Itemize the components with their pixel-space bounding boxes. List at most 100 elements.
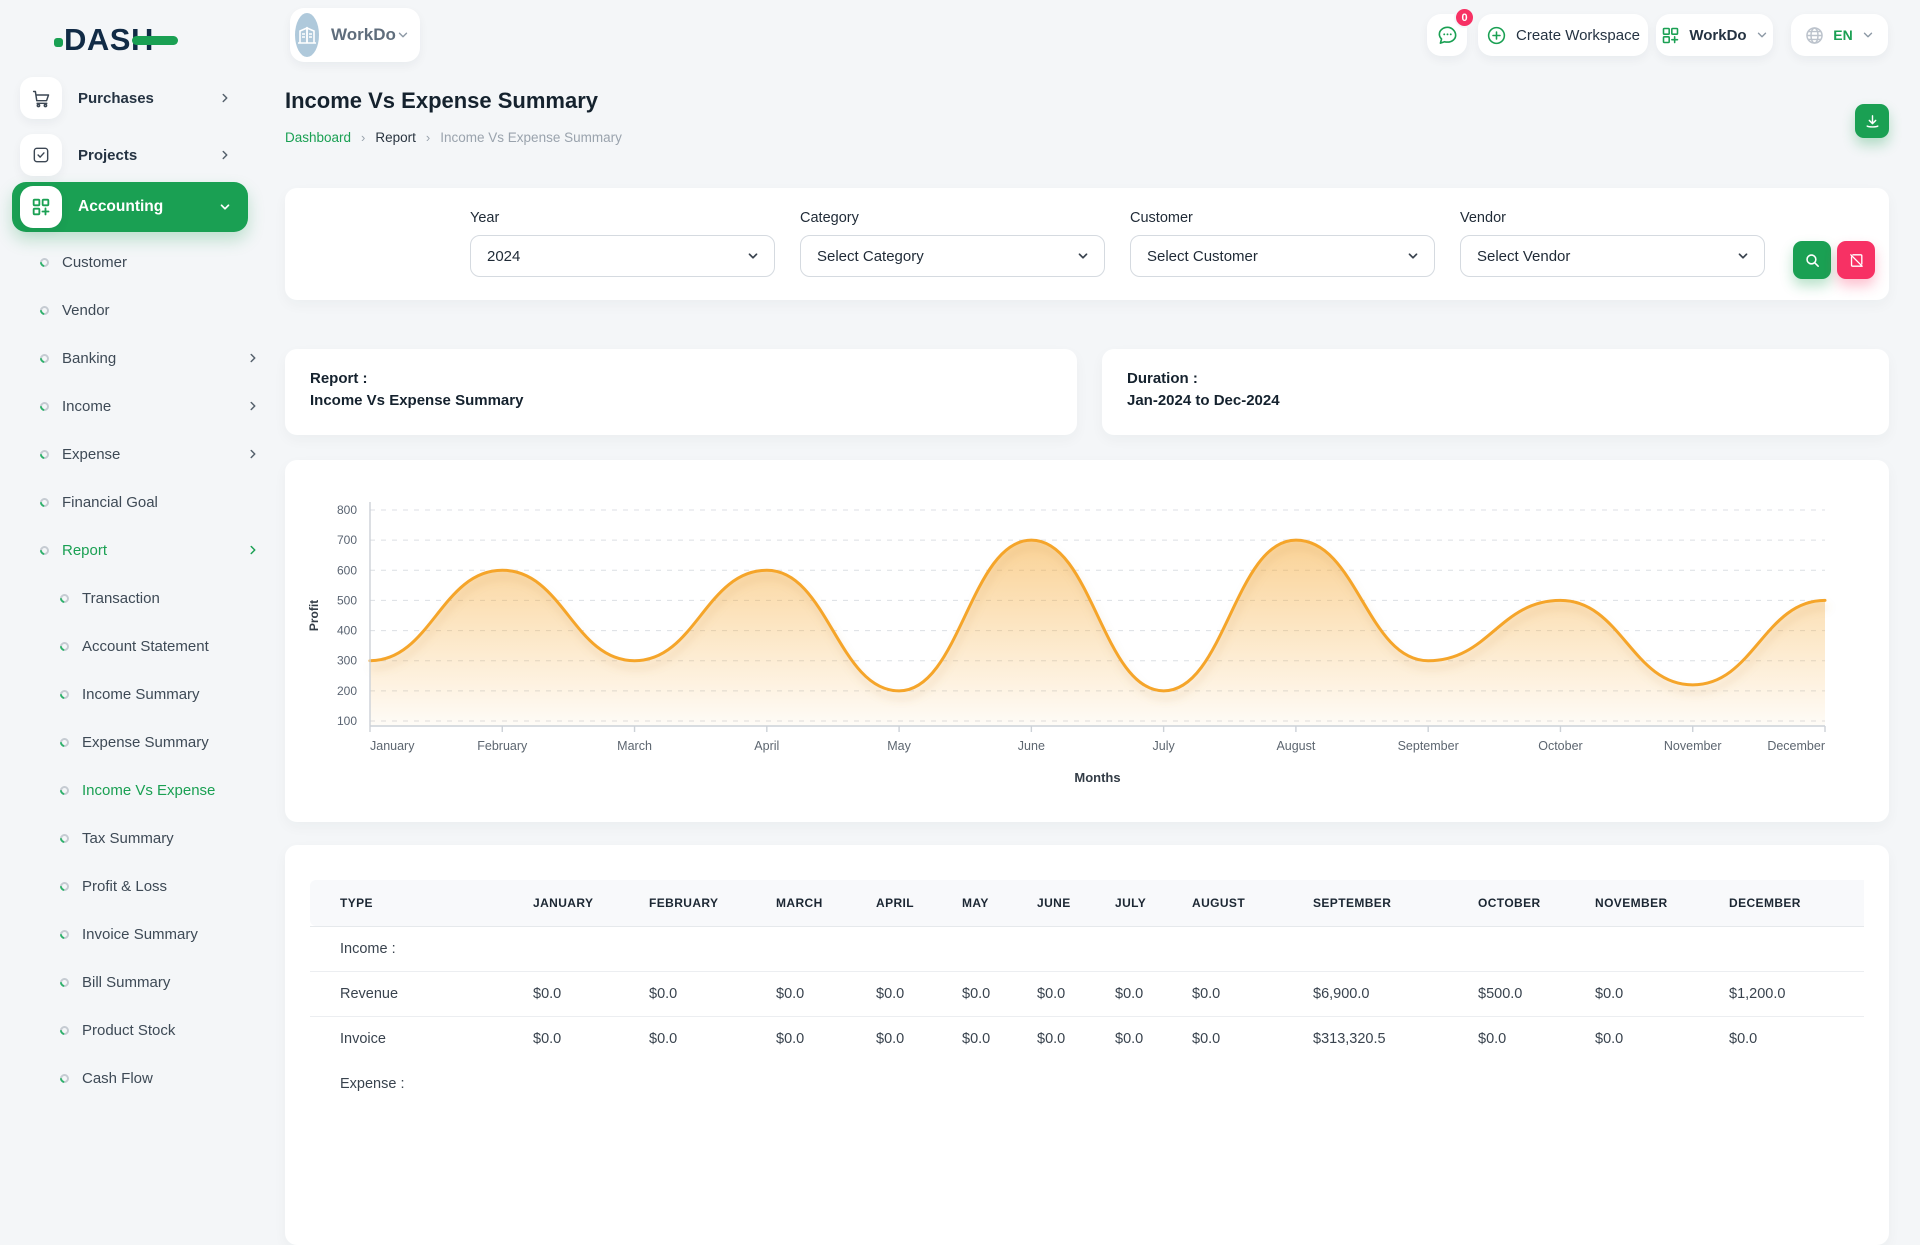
chat-icon — [1436, 24, 1459, 47]
sidebar-item-account-statement[interactable]: Account Statement — [60, 634, 308, 658]
select-value: Select Customer — [1147, 248, 1258, 265]
sidebar-item-financial-goal[interactable]: Financial Goal — [40, 490, 288, 514]
customer-select[interactable]: Select Customer — [1130, 235, 1435, 277]
sidebar-item-expense-summary[interactable]: Expense Summary — [60, 730, 308, 754]
eraser-off-icon — [1848, 252, 1865, 269]
column-header-may: MAY — [962, 880, 1037, 926]
select-value: 2024 — [487, 248, 520, 265]
cell-value: $0.0 — [533, 971, 649, 1016]
sidebar-item-income[interactable]: Income — [40, 394, 288, 418]
sidebar: DASH Purchases Projects Accounting Custo… — [0, 0, 260, 1080]
chevron-right-icon — [218, 148, 232, 162]
workspace-selector[interactable]: WorkDo — [290, 8, 420, 62]
x-tick-label: December — [1767, 739, 1825, 753]
filter-label: Vendor — [1460, 210, 1765, 226]
chevron-down-icon — [218, 200, 232, 214]
cell-value: $6,900.0 — [1313, 971, 1478, 1016]
messages-button[interactable]: 0 — [1427, 14, 1467, 56]
column-header-august: AUGUST — [1192, 880, 1313, 926]
sidebar-item-tax-summary[interactable]: Tax Summary — [60, 826, 308, 850]
breadcrumb: Dashboard›Report›Income Vs Expense Summa… — [285, 127, 1889, 147]
logo-accent-bar — [132, 36, 178, 45]
building-icon — [295, 23, 319, 47]
column-header-february: FEBRUARY — [649, 880, 776, 926]
breadcrumb-item-dashboard[interactable]: Dashboard — [285, 130, 351, 145]
language-code: EN — [1833, 27, 1852, 43]
table-section-row: Expense : — [310, 1061, 1864, 1106]
sidebar-item-projects[interactable]: Projects — [12, 132, 248, 178]
report-card-title: Report : — [310, 370, 1053, 387]
workspace-avatar — [295, 13, 319, 57]
sidebar-item-label: Transaction — [82, 590, 160, 607]
sidebar-item-report[interactable]: Report — [40, 538, 288, 562]
sidebar-item-income-summary[interactable]: Income Summary — [60, 682, 308, 706]
column-header-june: JUNE — [1037, 880, 1115, 926]
row-type: Revenue — [310, 971, 533, 1016]
sidebar-item-label: Bill Summary — [82, 974, 170, 991]
sidebar-item-cash-flow[interactable]: Cash Flow — [60, 1066, 308, 1090]
chevron-right-icon — [246, 543, 260, 557]
x-tick-label: July — [1153, 739, 1176, 753]
sidebar-item-bill-summary[interactable]: Bill Summary — [60, 970, 308, 994]
search-icon — [1804, 252, 1821, 269]
chevron-down-icon — [396, 28, 410, 42]
sidebar-item-label: Banking — [62, 350, 116, 367]
column-header-november: NOVEMBER — [1595, 880, 1729, 926]
filter-field-category: Category Select Category — [800, 210, 1105, 277]
download-icon — [1864, 113, 1881, 130]
sidebar-item-label: Income Summary — [82, 686, 200, 703]
cell-value: $0.0 — [1595, 1016, 1729, 1061]
sidebar-item-profit-loss[interactable]: Profit & Loss — [60, 874, 308, 898]
app-logo[interactable]: DASH — [64, 18, 154, 62]
y-tick-label: 800 — [337, 503, 357, 517]
cell-value: $0.0 — [1595, 971, 1729, 1016]
sidebar-item-accounting[interactable]: Accounting — [12, 182, 248, 232]
sidebar-item-label: Report — [62, 542, 107, 559]
section-label: Income : — [310, 926, 1864, 971]
sidebar-item-invoice-summary[interactable]: Invoice Summary — [60, 922, 308, 946]
y-tick-label: 500 — [337, 593, 357, 607]
language-selector[interactable]: EN — [1791, 14, 1888, 56]
chevron-right-icon — [246, 399, 260, 413]
column-header-october: OCTOBER — [1478, 880, 1595, 926]
breadcrumb-separator: › — [426, 130, 430, 145]
sidebar-item-label: Income Vs Expense — [82, 782, 215, 799]
cell-value: $0.0 — [1115, 1016, 1192, 1061]
cell-value: $0.0 — [1192, 1016, 1313, 1061]
y-axis-title: Profit — [307, 600, 321, 631]
sidebar-item-banking[interactable]: Banking — [40, 346, 288, 370]
x-tick-label: March — [617, 739, 652, 753]
x-tick-label: November — [1664, 739, 1722, 753]
sidebar-item-label: Projects — [78, 147, 137, 164]
y-tick-label: 600 — [337, 563, 357, 577]
download-button[interactable] — [1855, 104, 1889, 138]
cell-value: $0.0 — [776, 1016, 876, 1061]
sidebar-item-income-vs-expense[interactable]: Income Vs Expense — [60, 778, 308, 802]
breadcrumb-item-report[interactable]: Report — [375, 130, 416, 145]
cell-value: $0.0 — [962, 971, 1037, 1016]
circle-plus-icon — [1486, 25, 1507, 46]
bullet-icon — [58, 784, 71, 797]
reset-button[interactable] — [1837, 241, 1875, 279]
vendor-select[interactable]: Select Vendor — [1460, 235, 1765, 277]
bullet-icon — [38, 352, 51, 365]
search-button[interactable] — [1793, 241, 1831, 279]
sidebar-item-transaction[interactable]: Transaction — [60, 586, 308, 610]
sidebar-item-customer[interactable]: Customer — [40, 250, 288, 274]
sidebar-item-vendor[interactable]: Vendor — [40, 298, 288, 322]
year-select[interactable]: 2024 — [470, 235, 775, 277]
sidebar-item-product-stock[interactable]: Product Stock — [60, 1018, 308, 1042]
summary-cards-row: Report : Income Vs Expense Summary Durat… — [285, 349, 1889, 435]
sidebar-item-expense[interactable]: Expense — [40, 442, 288, 466]
page-title: Income Vs Expense Summary — [285, 88, 1889, 114]
create-workspace-button[interactable]: Create Workspace — [1478, 14, 1648, 56]
workdo-menu-button[interactable]: WorkDo — [1656, 14, 1773, 56]
cell-value: $0.0 — [649, 971, 776, 1016]
grid-plus-icon — [1660, 25, 1681, 46]
x-tick-label: May — [887, 739, 911, 753]
sidebar-item-purchases[interactable]: Purchases — [12, 75, 248, 121]
chat-badge: 0 — [1454, 7, 1475, 28]
chevron-down-icon — [1736, 249, 1750, 263]
logo-text: DASH — [64, 22, 154, 58]
category-select[interactable]: Select Category — [800, 235, 1105, 277]
